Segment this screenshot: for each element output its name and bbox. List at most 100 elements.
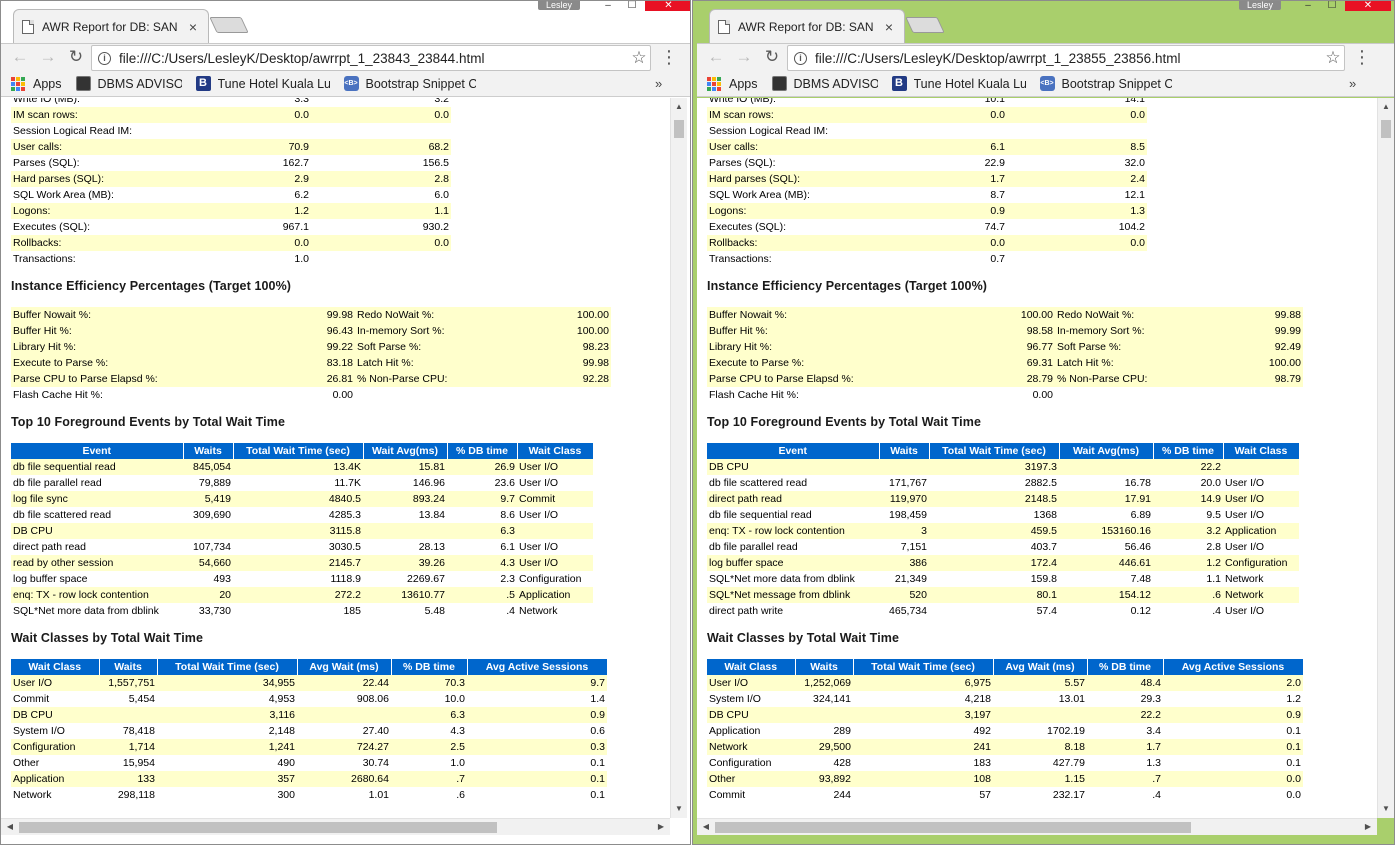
close-window-button[interactable]: ✕ — [1345, 1, 1391, 11]
metric-label: % Non-Parse CPU: — [355, 371, 561, 387]
horizontal-scroll-thumb[interactable] — [715, 822, 1191, 833]
apps-grid-icon — [707, 76, 721, 91]
metric-value: 100.00 — [561, 307, 611, 323]
event-value: Commit — [517, 491, 593, 507]
scroll-right-icon[interactable]: ▶ — [654, 820, 668, 834]
row-padding — [451, 235, 607, 251]
scroll-down-icon[interactable]: ▼ — [1378, 802, 1394, 816]
browser-menu-icon[interactable]: ⋮ — [660, 46, 678, 68]
address-bar[interactable]: i file:///C:/Users/LesleyK/Desktop/awrrpt… — [787, 45, 1345, 71]
metric-label: Session Logical Read IM: — [11, 123, 201, 139]
new-tab-button[interactable] — [905, 17, 945, 33]
wait-class-name: Application — [11, 771, 99, 787]
metric-label: Rollbacks: — [707, 235, 897, 251]
wait-class-name: Network — [707, 739, 795, 755]
metric-value: 1.1 — [311, 203, 451, 219]
new-tab-button[interactable] — [209, 17, 249, 33]
tab-close-icon[interactable]: × — [882, 19, 896, 35]
bookmark-bootstrap[interactable]: <B> Bootstrap Snippet Co — [343, 76, 476, 91]
scroll-down-icon[interactable]: ▼ — [671, 802, 687, 816]
vertical-scrollbar[interactable]: ▲ ▼ — [670, 98, 687, 818]
maximize-button[interactable]: ☐ — [1321, 1, 1343, 11]
event-value: 309,690 — [193, 509, 231, 521]
wait-class-value: 244 — [833, 789, 851, 801]
metric-value — [561, 387, 611, 403]
event-name: db file parallel read — [709, 541, 798, 553]
minimize-button[interactable]: – — [597, 1, 619, 11]
browser-menu-icon[interactable]: ⋮ — [1353, 46, 1371, 68]
back-button[interactable]: ← — [705, 46, 727, 68]
event-value: .5 — [447, 587, 517, 603]
url-text[interactable]: file:///C:/Users/LesleyK/Desktop/awrrpt_… — [815, 51, 1322, 66]
column-header: Total Wait Time (sec) — [233, 443, 364, 459]
profile-button[interactable]: Lesley — [538, 1, 581, 10]
browser-tab[interactable]: AWR Report for DB: SAN × — [709, 9, 905, 43]
report-viewport: Write IO (MB): 10.1 14.1 IM scan rows: 0.0 0.… — [697, 98, 1377, 818]
vertical-scroll-thumb[interactable] — [674, 120, 684, 138]
tab-close-icon[interactable]: × — [186, 19, 200, 35]
bookmark-dbms[interactable]: DBMS ADVISOR: Seg — [771, 76, 878, 91]
reload-button[interactable]: ↻ — [65, 46, 87, 68]
bookmark-apps[interactable]: Apps — [707, 76, 758, 91]
table-row: Commit 244 57 232.17 .4 0.0 — [707, 787, 1303, 803]
tune-hotel-icon: B — [195, 76, 211, 91]
bookmark-tune[interactable]: B Tune Hotel Kuala Lun — [195, 76, 330, 91]
table-row: Buffer Nowait %: 100.00 Redo NoWait %: 99.8… — [707, 307, 1303, 323]
reload-button[interactable]: ↻ — [761, 46, 783, 68]
event-value: 20.0 — [1200, 477, 1221, 489]
bookmarks-overflow-button[interactable]: » — [655, 76, 662, 91]
metric-value: 930.2 — [422, 221, 449, 233]
minimize-button[interactable]: – — [1297, 1, 1319, 11]
maximize-button[interactable]: ☐ — [621, 1, 643, 11]
table-row: Rollbacks: 0.0 0.0 — [707, 235, 1303, 251]
title-bar: AWR Report for DB: SAN × Lesley – ☐ ✕ — [1, 1, 690, 43]
metric-label: Execute to Parse %: — [707, 355, 987, 371]
scroll-left-icon[interactable]: ◀ — [3, 820, 17, 834]
metric-label: Library Hit %: — [11, 339, 299, 355]
bookmark-star-icon[interactable]: ☆ — [628, 48, 650, 68]
scroll-up-icon[interactable]: ▲ — [671, 100, 687, 114]
event-value: 459.5 — [929, 523, 1059, 539]
info-icon[interactable]: i — [794, 51, 807, 65]
event-value: 2.3 — [500, 573, 515, 585]
profile-button[interactable]: Lesley — [1239, 1, 1282, 10]
event-value: 23.6 — [494, 477, 515, 489]
tab-title: AWR Report for DB: SAN — [738, 19, 874, 34]
metric-value: 0.0 — [1007, 107, 1147, 123]
url-text[interactable]: file:///C:/Users/LesleyK/Desktop/awrrpt_… — [119, 51, 628, 66]
bookmark-star-icon[interactable]: ☆ — [1322, 48, 1344, 68]
forward-button[interactable]: → — [37, 46, 59, 68]
wait-class-value: 108 — [853, 771, 993, 787]
bookmark-tune[interactable]: B Tune Hotel Kuala Lun — [891, 76, 1026, 91]
row-padding — [451, 98, 607, 107]
browser-tab[interactable]: AWR Report for DB: SAN × — [13, 9, 209, 43]
forward-button[interactable]: → — [733, 46, 755, 68]
close-window-button[interactable]: ✕ — [645, 1, 690, 11]
event-value: User I/O — [1225, 509, 1265, 521]
bookmarks-bar: Apps DBMS ADVISOR: Seg B Tune Hotel Kuala L… — [1, 71, 690, 97]
scroll-up-icon[interactable]: ▲ — [1378, 100, 1394, 114]
event-name: db file scattered read — [709, 477, 808, 489]
bookmark-bootstrap[interactable]: <B> Bootstrap Snippet Co — [1039, 76, 1172, 91]
info-icon[interactable]: i — [98, 51, 111, 65]
vertical-scroll-thumb[interactable] — [1381, 120, 1391, 138]
horizontal-scrollbar[interactable]: ◀ ▶ — [1, 818, 670, 835]
bookmark-dbms[interactable]: DBMS ADVISOR: Seg — [75, 76, 182, 91]
vertical-scrollbar[interactable]: ▲ ▼ — [1377, 98, 1394, 818]
bootstrap-icon: <B> — [1039, 76, 1055, 91]
horizontal-scrollbar[interactable]: ◀ ▶ — [697, 818, 1377, 835]
wait-class-value: 13.01 — [1058, 693, 1085, 705]
scroll-left-icon[interactable]: ◀ — [699, 820, 713, 834]
wait-class-value: 300 — [277, 789, 295, 801]
wait-class-value: 2.5 — [391, 739, 467, 755]
table-row: Rollbacks: 0.0 0.0 — [11, 235, 607, 251]
horizontal-scroll-thumb[interactable] — [19, 822, 497, 833]
event-value: 33,730 — [198, 605, 231, 617]
event-value: 8.6 — [500, 509, 515, 521]
address-bar[interactable]: i file:///C:/Users/LesleyK/Desktop/awrrpt… — [91, 45, 651, 71]
bookmarks-overflow-button[interactable]: » — [1349, 76, 1356, 91]
back-button[interactable]: ← — [9, 46, 31, 68]
scroll-right-icon[interactable]: ▶ — [1361, 820, 1375, 834]
event-value: 0.12 — [1130, 605, 1151, 617]
bookmark-apps[interactable]: Apps — [11, 76, 62, 91]
